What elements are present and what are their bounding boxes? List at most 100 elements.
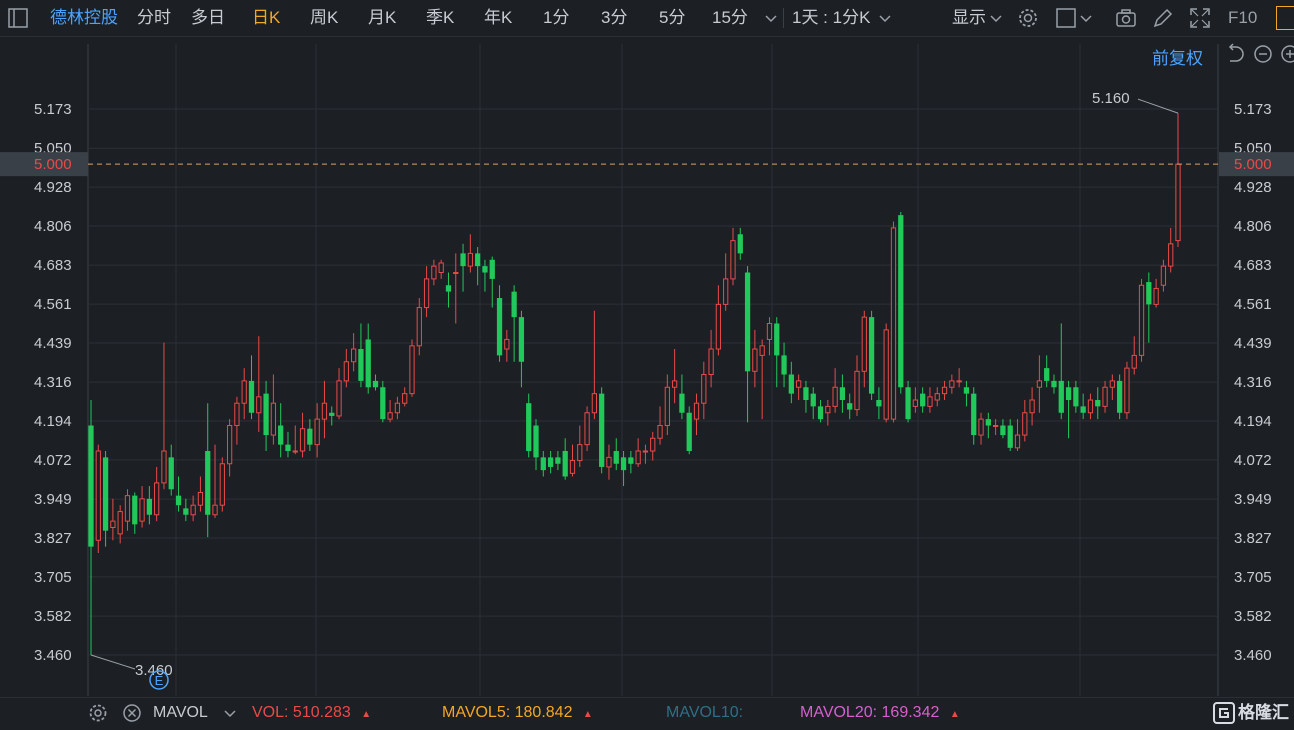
candle xyxy=(533,419,539,471)
candle-body xyxy=(1138,284,1145,356)
candle-body xyxy=(956,380,962,383)
candle xyxy=(212,444,218,518)
candle xyxy=(985,412,991,439)
f10-button[interactable]: F10 xyxy=(1228,0,1257,36)
candle-body xyxy=(256,396,262,414)
candle-body xyxy=(584,412,590,446)
candle xyxy=(183,498,189,522)
candle xyxy=(934,387,940,407)
candle-body xyxy=(1051,380,1057,388)
chevron-down-icon[interactable] xyxy=(222,701,238,725)
candle-body xyxy=(664,386,670,427)
candle-body xyxy=(402,393,408,404)
candle-body xyxy=(110,520,116,529)
up-triangle-icon: ▲ xyxy=(949,709,960,720)
tab-weekly-k[interactable]: 周K xyxy=(310,0,338,36)
chevron-down-icon[interactable] xyxy=(1078,6,1094,30)
candle xyxy=(591,310,598,420)
tab-intraday[interactable]: 分时 xyxy=(137,0,171,36)
candle-body xyxy=(854,370,860,411)
candle-body xyxy=(832,386,838,407)
y-tick-label: 4.928 xyxy=(1234,179,1272,196)
tab-15min[interactable]: 15分 xyxy=(712,0,748,36)
chevron-down-icon[interactable] xyxy=(876,6,894,30)
candlestick-chart[interactable]: 5.1735.0504.9284.8064.6834.5614.4394.316… xyxy=(0,36,1294,697)
candle-body xyxy=(1124,367,1130,414)
candle-body xyxy=(183,508,189,515)
tab-quarterly-k[interactable]: 季K xyxy=(426,0,454,36)
candle-body xyxy=(949,380,955,388)
display-menu[interactable]: 显示 xyxy=(952,0,986,36)
candle-body xyxy=(1065,387,1072,401)
y-tick-label: 4.194 xyxy=(34,413,72,430)
y-tick-label: 3.949 xyxy=(34,491,72,508)
candle-body xyxy=(387,412,393,420)
y-tick-label: 4.806 xyxy=(1234,218,1272,235)
tab-multi-day[interactable]: 多日 xyxy=(191,0,225,36)
y-tick-label: 4.683 xyxy=(1234,257,1272,274)
candle xyxy=(868,310,875,401)
close-icon[interactable] xyxy=(120,701,144,725)
candle xyxy=(1102,380,1108,413)
candle-body xyxy=(591,393,598,414)
pencil-icon[interactable] xyxy=(1151,6,1175,30)
candle xyxy=(197,476,204,512)
mavol5-value: 180.842 xyxy=(514,704,573,721)
vol-label: VOL: xyxy=(252,704,289,721)
candle-body xyxy=(285,444,291,452)
gear-icon[interactable] xyxy=(1016,6,1040,30)
candle-body xyxy=(883,329,889,420)
candle xyxy=(270,374,277,445)
candle-body xyxy=(314,418,320,446)
tab-yearly-k[interactable]: 年K xyxy=(484,0,512,36)
tab-daily-k[interactable]: 日K xyxy=(252,0,280,36)
candle-body xyxy=(1080,406,1086,413)
candle xyxy=(701,361,707,420)
current-price-label-left: 5.000 xyxy=(34,156,72,173)
candle-body xyxy=(847,403,853,410)
candle-body xyxy=(1007,425,1013,448)
candle xyxy=(737,227,743,260)
tab-1min[interactable]: 1分 xyxy=(543,0,569,36)
candle-body xyxy=(1131,354,1137,369)
candle xyxy=(788,361,794,404)
candle-body xyxy=(1102,386,1108,407)
indicator-name[interactable]: MAVOL xyxy=(153,698,208,728)
sidebar-toggle-icon[interactable] xyxy=(6,6,30,30)
tab-3min[interactable]: 3分 xyxy=(601,0,627,36)
candle xyxy=(438,259,444,279)
candle-body xyxy=(1117,380,1123,413)
tab-monthly-k[interactable]: 月K xyxy=(368,0,396,36)
candle-body xyxy=(132,495,138,525)
camera-icon[interactable] xyxy=(1114,6,1138,30)
gear-icon[interactable] xyxy=(86,701,110,725)
vol-readout: VOL: 510.283 ▲ xyxy=(252,698,371,728)
candle xyxy=(671,349,678,404)
candle xyxy=(1168,227,1174,273)
candle xyxy=(205,403,211,538)
candle xyxy=(511,285,517,362)
candle xyxy=(883,323,889,423)
fullscreen-icon[interactable] xyxy=(1188,6,1212,30)
tab-5min[interactable]: 5分 xyxy=(659,0,685,36)
candle-body xyxy=(635,450,641,465)
candle xyxy=(540,451,546,477)
candle-body xyxy=(905,387,911,420)
candle-body xyxy=(197,491,204,506)
candle xyxy=(132,492,138,534)
interval-select[interactable]: 1天 : 1分K xyxy=(792,0,870,36)
mavol20-label: MAVOL20: xyxy=(800,704,878,721)
chevron-down-icon[interactable] xyxy=(988,6,1004,30)
candle xyxy=(146,486,152,525)
candle xyxy=(730,227,736,286)
candle xyxy=(321,380,328,439)
candle xyxy=(577,425,583,467)
candle xyxy=(467,234,473,273)
square-icon[interactable] xyxy=(1054,6,1078,30)
candle-body xyxy=(241,380,247,404)
stock-name[interactable]: 德林控股 xyxy=(50,0,118,36)
candle xyxy=(1022,400,1028,442)
candle xyxy=(927,387,933,413)
chevron-down-icon[interactable] xyxy=(762,6,780,30)
candle-body xyxy=(1036,380,1043,388)
